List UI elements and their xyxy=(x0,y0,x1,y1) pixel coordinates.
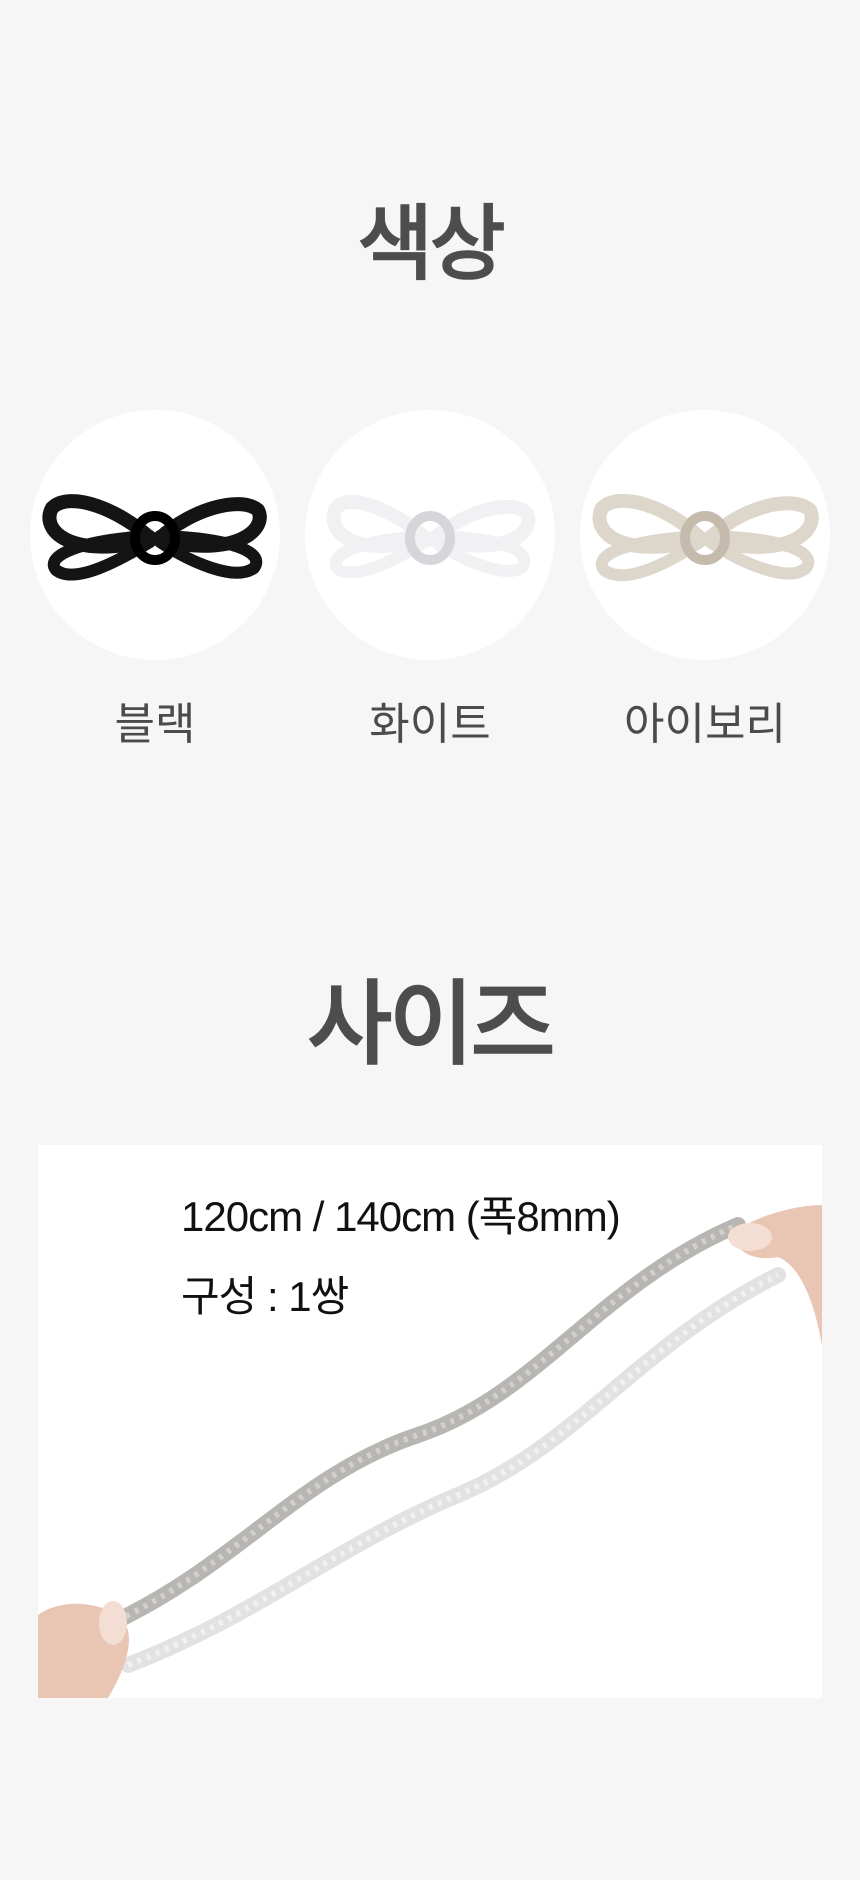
swatch-ivory[interactable] xyxy=(580,410,830,660)
size-spec-composition: 구성 : 1쌍 xyxy=(181,1273,349,1320)
color-section-title: 색상 xyxy=(357,197,506,292)
swatch-label-black: 블랙 xyxy=(114,699,196,750)
black-lace-bow-image xyxy=(42,494,267,581)
size-photo: 120cm / 140cm (폭8mm) 구성 : 1쌍 xyxy=(38,1145,822,1698)
size-spec-length: 120cm / 140cm (폭8mm) xyxy=(181,1193,621,1240)
white-lace-bow-image xyxy=(326,494,536,579)
swatch-label-white: 화이트 xyxy=(369,699,491,750)
size-section-title: 사이즈 xyxy=(307,971,556,1078)
swatch-label-ivory: 아이보리 xyxy=(624,699,786,750)
swatch-white[interactable] xyxy=(305,410,555,660)
swatch-black[interactable] xyxy=(30,410,280,660)
ivory-lace-bow-image xyxy=(592,493,819,582)
